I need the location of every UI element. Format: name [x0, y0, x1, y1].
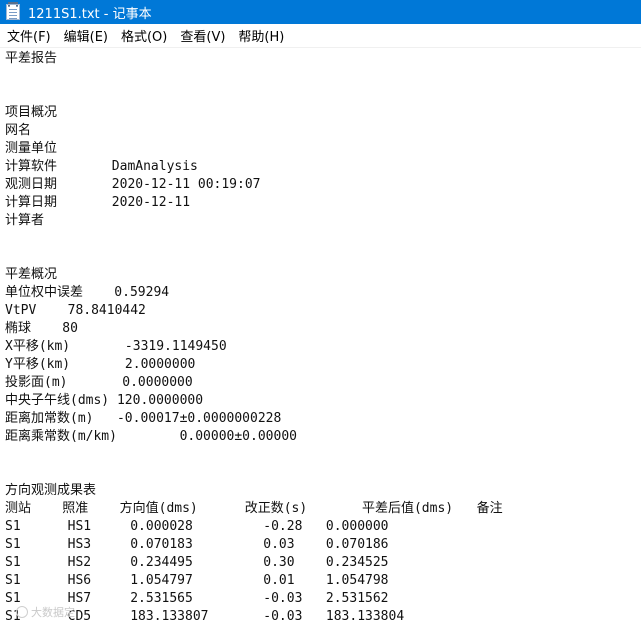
document-line: 计算者	[5, 213, 45, 228]
document-line: 观测日期 2020-12-11 00:19:07	[5, 177, 261, 192]
menu-bar: 文件(F) 编辑(E) 格式(O) 查看(V) 帮助(H)	[0, 24, 641, 48]
menu-edit[interactable]: 编辑(E)	[59, 24, 113, 47]
document-line: 项目概况	[5, 105, 58, 120]
document-line: VtPV 78.8410442	[5, 303, 146, 318]
menu-file[interactable]: 文件(F)	[2, 24, 56, 47]
menu-view[interactable]: 查看(V)	[175, 24, 230, 47]
document-line: 计算软件 DamAnalysis	[5, 159, 198, 174]
document-line: 中央子午线(dms) 120.0000000	[5, 393, 204, 408]
menu-format[interactable]: 格式(O)	[116, 24, 172, 47]
document-line: 方向观测成果表	[5, 483, 97, 498]
document-line: 距离加常数(m) -0.00017±0.0000000228	[5, 411, 282, 426]
document-line: 椭球 80	[5, 321, 78, 336]
notepad-icon	[6, 2, 20, 20]
document-line: 投影面(m) 0.0000000	[5, 375, 193, 390]
menu-help[interactable]: 帮助(H)	[233, 24, 289, 47]
document-line: S1 HS2 0.234495 0.30 0.234525	[5, 555, 389, 570]
document-line: 测站 照准 方向值(dms) 改正数(s) 平差后值(dms) 备注	[5, 501, 503, 516]
document-line: X平移(km) -3319.1149450	[5, 339, 227, 354]
document-line: 计算日期 2020-12-11	[5, 195, 191, 210]
document-line: 网名	[5, 123, 32, 138]
document-line: S1 HS6 1.054797 0.01 1.054798	[5, 573, 389, 588]
document-line: 平差报告	[5, 51, 58, 66]
document-line: 测量单位	[5, 141, 58, 156]
document-line: S1 HS3 0.070183 0.03 0.070186	[5, 537, 389, 552]
document-line: 单位权中误差 0.59294	[5, 285, 170, 300]
document-text[interactable]: 平差报告 项目概况 网名 测量单位 计算软件 DamAnalysis 观测日期 …	[5, 50, 639, 626]
text-editor[interactable]: 平差报告 项目概况 网名 测量单位 计算软件 DamAnalysis 观测日期 …	[0, 48, 641, 628]
window-title: 1211S1.txt - 记事本	[28, 6, 152, 22]
watermark-text: 大数据定	[31, 606, 75, 619]
title-bar[interactable]: 1211S1.txt - 记事本	[0, 0, 641, 24]
document-line: Y平移(km) 2.0000000	[5, 357, 196, 372]
document-line: 距离乘常数(m/km) 0.00000±0.00000	[5, 429, 297, 444]
watermark: 大数据定	[16, 604, 75, 620]
document-line: 平差概况	[5, 267, 58, 282]
document-line: S1 HS1 0.000028 -0.28 0.000000	[5, 519, 389, 534]
watermark-logo-icon	[16, 606, 28, 618]
